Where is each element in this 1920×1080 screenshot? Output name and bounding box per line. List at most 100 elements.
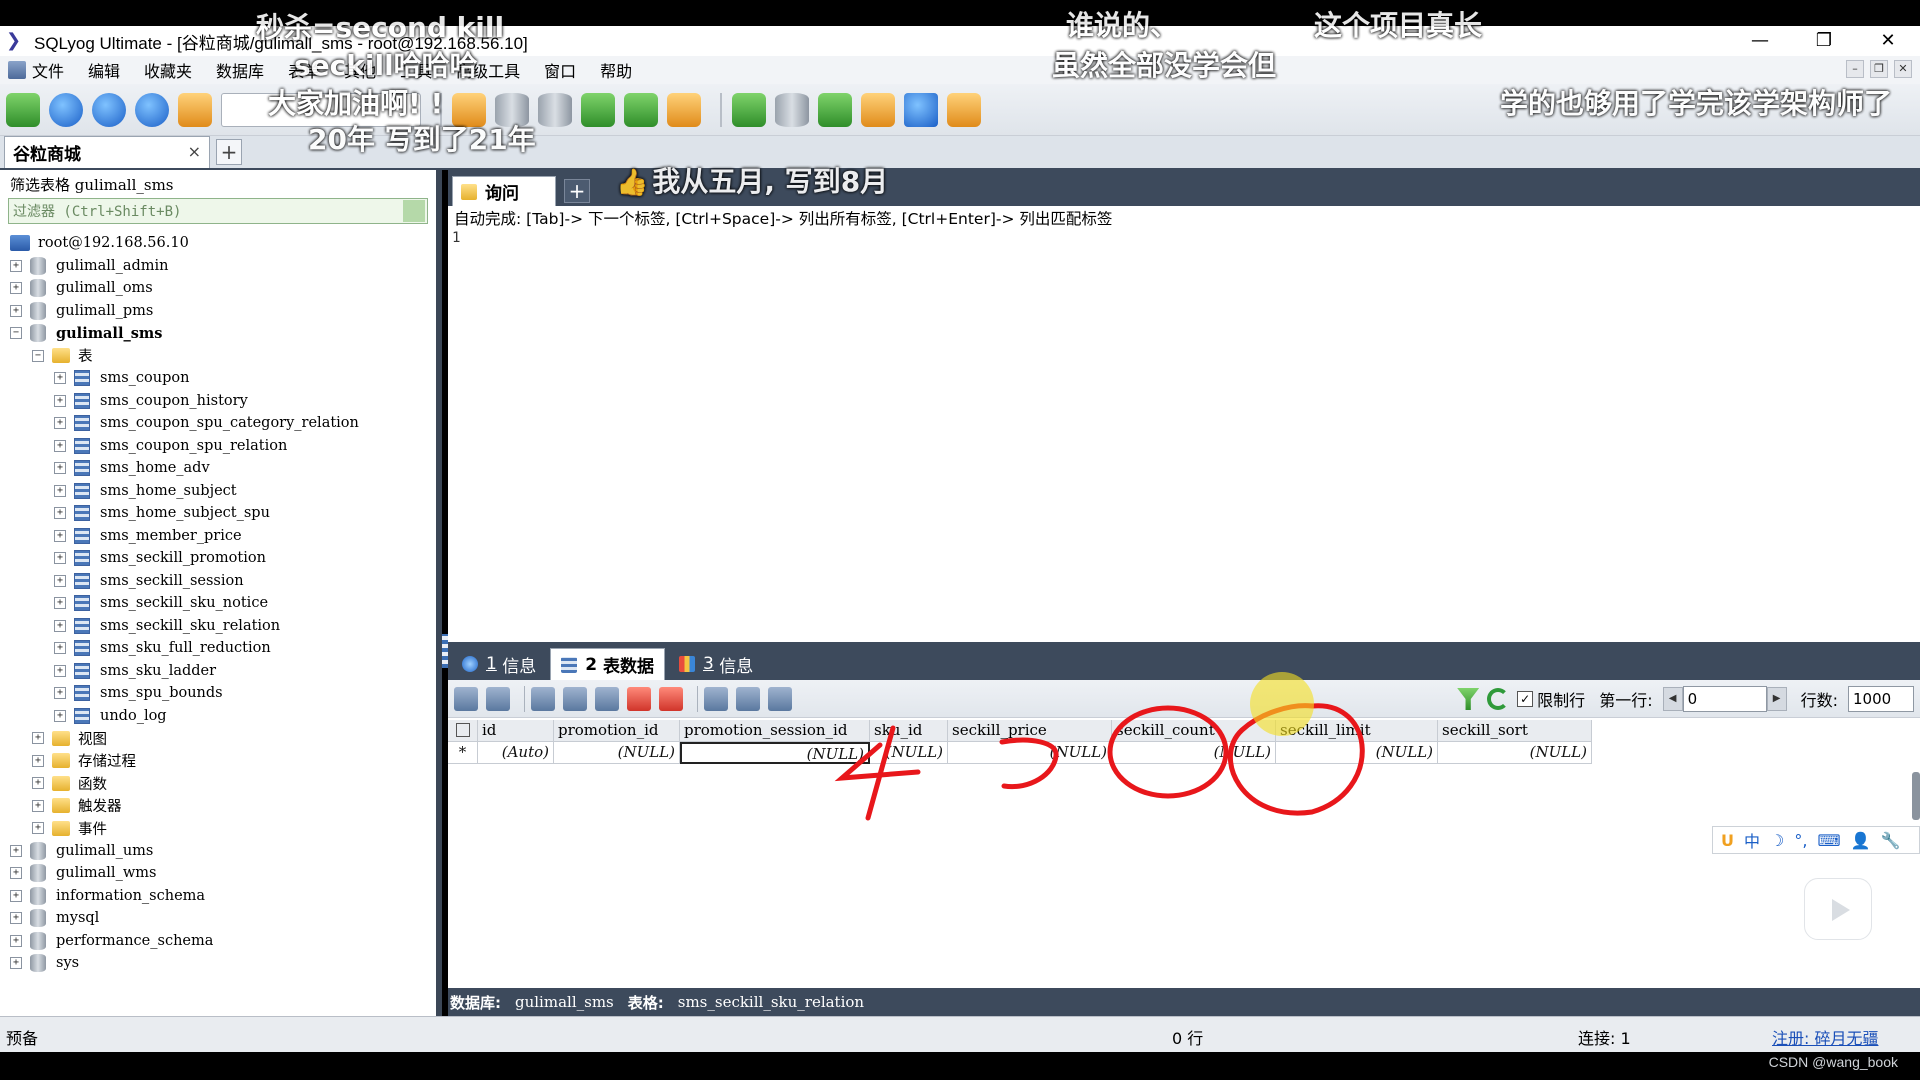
table-cell[interactable]: (NULL)	[1438, 742, 1592, 764]
backup-icon[interactable]	[581, 92, 615, 127]
tree-item-folder[interactable]: + 事件	[0, 817, 436, 840]
tree-item-table[interactable]: + sms_sku_full_reduction	[0, 637, 436, 660]
import-icon[interactable]	[667, 92, 701, 127]
tree-item-table[interactable]: + undo_log	[0, 705, 436, 728]
filter-icon[interactable]	[1457, 688, 1480, 710]
scheduler-icon[interactable]	[904, 92, 938, 127]
column-header[interactable]: seckill_price	[948, 720, 1112, 742]
expand-icon[interactable]: +	[54, 709, 66, 722]
table-cell[interactable]: (NULL)	[870, 742, 948, 764]
mdi-restore-button[interactable]: ❐	[1870, 60, 1888, 78]
text-view-icon[interactable]	[768, 686, 792, 711]
tree-item-database[interactable]: + gulimall_pms	[0, 300, 436, 323]
collapse-icon[interactable]: −	[10, 327, 22, 340]
row-count-input[interactable]: 1000	[1848, 686, 1914, 712]
sync-icon[interactable]	[732, 92, 766, 127]
expand-icon[interactable]: +	[54, 462, 66, 475]
tree-item-table[interactable]: + sms_seckill_sku_relation	[0, 615, 436, 638]
tab-info-1[interactable]: 1 信息	[452, 648, 546, 680]
expand-icon[interactable]: +	[10, 912, 22, 925]
tree-item-table[interactable]: + sms_seckill_promotion	[0, 547, 436, 570]
expand-icon[interactable]: +	[10, 259, 22, 272]
tree-item-folder[interactable]: + 函数	[0, 772, 436, 795]
expand-icon[interactable]: +	[10, 304, 22, 317]
ime-user-icon[interactable]: 👤	[1851, 831, 1871, 850]
tree-item-table[interactable]: + sms_spu_bounds	[0, 682, 436, 705]
minimize-button[interactable]: —	[1728, 26, 1792, 56]
format-query-icon[interactable]	[178, 92, 212, 127]
tree-item-database[interactable]: + gulimall_oms	[0, 277, 436, 300]
tree-item-table[interactable]: + sms_home_adv	[0, 457, 436, 480]
discard-changes-icon[interactable]	[659, 686, 683, 711]
tree-item-database[interactable]: + gulimall_ums	[0, 840, 436, 863]
delete-row-icon[interactable]	[627, 686, 651, 711]
register-link[interactable]: 注册: 碎月无疆	[1772, 1025, 1878, 1049]
query-tab[interactable]: 询问	[452, 176, 556, 206]
expand-icon[interactable]: +	[54, 664, 66, 677]
tree-item-folder[interactable]: + 存储过程	[0, 750, 436, 773]
tree-item-table[interactable]: + sms_home_subject	[0, 480, 436, 503]
ime-mode-icon[interactable]: 中	[1744, 828, 1760, 852]
new-query-icon[interactable]	[6, 92, 40, 127]
alter-database-icon[interactable]	[538, 92, 572, 127]
expand-icon[interactable]: +	[10, 934, 22, 947]
tree-item-folder[interactable]: + 触发器	[0, 795, 436, 818]
add-query-tab-button[interactable]: +	[564, 179, 590, 203]
expand-icon[interactable]: +	[54, 394, 66, 407]
duplicate-row-icon[interactable]	[563, 686, 587, 711]
expand-icon[interactable]: +	[54, 619, 66, 632]
menu-file[interactable]: 文件	[8, 58, 64, 82]
expand-icon[interactable]: +	[54, 484, 66, 497]
execute-query-icon[interactable]	[49, 92, 83, 127]
migration-icon[interactable]	[861, 92, 895, 127]
expand-icon[interactable]: +	[32, 822, 44, 835]
table-row[interactable]: * (Auto) (NULL) (NULL) (NULL) (NULL) (NU…	[448, 742, 1920, 764]
expand-icon[interactable]: +	[54, 574, 66, 587]
collapse-icon[interactable]: −	[32, 349, 44, 362]
refresh-icon[interactable]	[1487, 688, 1510, 710]
filter-input[interactable]: 过滤器 (Ctrl+Shift+B)	[8, 198, 428, 224]
connection-tab[interactable]: 谷粒商城 ×	[4, 136, 210, 168]
tree-item-table[interactable]: + sms_seckill_sku_notice	[0, 592, 436, 615]
expand-icon[interactable]: +	[54, 552, 66, 565]
form-view-icon[interactable]	[736, 686, 760, 711]
tree-item-database[interactable]: + sys	[0, 952, 436, 975]
tree-item-database[interactable]: − gulimall_sms	[0, 322, 436, 345]
expand-icon[interactable]: +	[10, 282, 22, 295]
tab-info-3[interactable]: 3 信息	[669, 648, 763, 680]
select-all-checkbox[interactable]	[448, 720, 478, 742]
tree-item-folder[interactable]: + 视图	[0, 727, 436, 750]
menu-window[interactable]: 窗口	[544, 58, 576, 82]
restore-icon[interactable]	[624, 92, 658, 127]
column-header[interactable]: seckill_limit	[1276, 720, 1438, 742]
first-row-input[interactable]: 0	[1682, 686, 1767, 712]
tree-item-database[interactable]: + performance_schema	[0, 930, 436, 953]
mdi-minimize-button[interactable]: –	[1846, 60, 1864, 78]
column-header[interactable]: seckill_sort	[1438, 720, 1592, 742]
ime-logo-icon[interactable]: U	[1721, 831, 1734, 850]
mdi-close-button[interactable]: ✕	[1894, 60, 1912, 78]
save-changes-icon[interactable]	[595, 686, 619, 711]
export-data-icon[interactable]	[486, 686, 510, 711]
prev-page-button[interactable]: ◀	[1662, 687, 1683, 711]
expand-icon[interactable]: +	[54, 439, 66, 452]
column-header[interactable]: seckill_count	[1112, 720, 1276, 742]
expand-icon[interactable]: +	[10, 889, 22, 902]
ime-settings-icon[interactable]: 🔧	[1880, 831, 1900, 850]
tree-item-table[interactable]: + sms_coupon_spu_relation	[0, 435, 436, 458]
expand-icon[interactable]: +	[54, 417, 66, 430]
tree-item-database[interactable]: + gulimall_wms	[0, 862, 436, 885]
sql-editor[interactable]: 1	[448, 230, 1920, 630]
expand-icon[interactable]: +	[32, 777, 44, 790]
menu-database[interactable]: 数据库	[216, 58, 264, 82]
column-header[interactable]: sku_id	[870, 720, 948, 742]
expand-icon[interactable]: +	[10, 867, 22, 880]
tree-item-table[interactable]: + sms_seckill_session	[0, 570, 436, 593]
restore-button[interactable]: ❐	[1792, 26, 1856, 56]
tree-item-database[interactable]: + information_schema	[0, 885, 436, 908]
table-cell[interactable]: (NULL)	[554, 742, 680, 764]
tree-item-table[interactable]: + sms_member_price	[0, 525, 436, 548]
insert-row-icon[interactable]	[531, 686, 555, 711]
menu-favorites[interactable]: 收藏夹	[144, 58, 192, 82]
ime-moon-icon[interactable]: ☽	[1770, 831, 1784, 850]
